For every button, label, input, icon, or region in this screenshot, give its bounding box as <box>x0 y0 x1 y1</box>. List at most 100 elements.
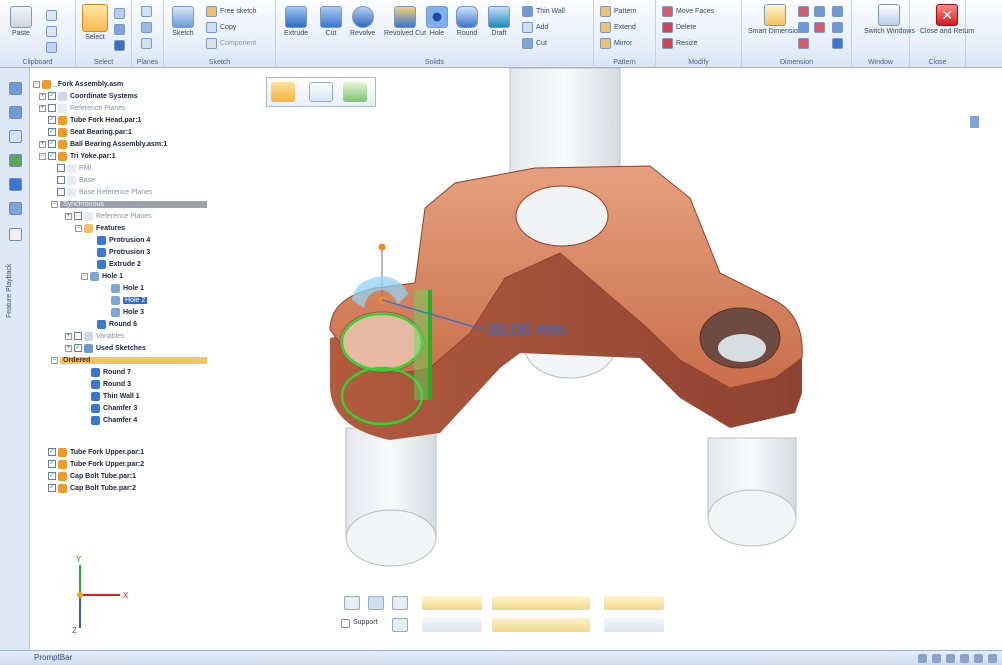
lower-tube-right[interactable] <box>707 437 797 547</box>
visibility-checkbox[interactable] <box>57 164 65 172</box>
copy-small-tool[interactable] <box>46 26 60 37</box>
paste-button[interactable]: Paste <box>10 6 32 37</box>
dimension-value-label[interactable]: 30.00 mm <box>486 320 566 341</box>
visibility-checkbox[interactable] <box>74 332 82 340</box>
dimension-tool-1[interactable] <box>798 6 812 17</box>
view-orientation-icon[interactable] <box>970 116 979 128</box>
tree-row-hole-1[interactable]: Hole 1 <box>111 282 144 294</box>
tree-row-ordered[interactable]: − Ordered <box>51 354 207 366</box>
status-rotate-icon[interactable] <box>960 654 969 663</box>
tree-row-extrude-2[interactable]: Extrude 2 <box>97 258 141 270</box>
expand-toggle[interactable]: + <box>39 104 46 112</box>
cmd-button-2[interactable] <box>368 596 384 610</box>
pattern-button[interactable]: Pattern <box>600 6 637 17</box>
visibility-checkbox[interactable]: ✓ <box>48 92 56 100</box>
quickbar-select-icon[interactable] <box>271 82 295 102</box>
cmd-button-4[interactable] <box>392 618 408 632</box>
tree-row-synchronous[interactable]: − Synchronous <box>51 198 207 210</box>
plane-tool-1[interactable] <box>141 6 155 17</box>
sketch-button[interactable]: Sketch <box>172 6 194 37</box>
expand-toggle[interactable]: − <box>75 224 82 232</box>
status-pan-icon[interactable] <box>946 654 955 663</box>
resize-button[interactable]: Resize <box>662 38 697 49</box>
tree-row-protrusion-3[interactable]: Protrusion 3 <box>97 246 150 258</box>
visibility-checkbox[interactable] <box>57 176 65 184</box>
hole-handle-edge[interactable] <box>428 290 432 400</box>
select-button[interactable]: Select <box>82 4 108 41</box>
tree-row-base-reference-planes[interactable]: Base Reference Planes <box>57 186 153 198</box>
round-button[interactable]: Round <box>456 6 478 37</box>
add-button[interactable]: Add <box>522 22 548 33</box>
tree-row-chamfer-4[interactable]: Chamfer 4 <box>91 414 137 426</box>
plane-tool-2[interactable] <box>141 22 155 33</box>
select-option-1[interactable] <box>114 8 128 19</box>
extend-button[interactable]: Extend <box>600 22 636 33</box>
tree-row-features[interactable]: − Features <box>75 222 125 234</box>
cmd-button-3[interactable] <box>392 596 408 610</box>
lower-tube-left[interactable] <box>345 427 437 567</box>
tree-row-base[interactable]: Base <box>57 174 95 186</box>
expand-toggle[interactable]: − <box>33 80 40 88</box>
tree-row-chamfer-3[interactable]: Chamfer 3 <box>91 402 137 414</box>
dimension-tool-6[interactable] <box>832 6 846 17</box>
visibility-checkbox[interactable] <box>74 212 82 220</box>
cmd-group-b-1[interactable] <box>492 596 590 610</box>
hole-handle-plane[interactable] <box>414 290 430 400</box>
cut-button[interactable]: Cut <box>320 6 342 37</box>
switch-windows-button[interactable]: Switch Windows <box>864 4 915 35</box>
tree-row-tube-fork-head[interactable]: ✓ Tube Fork Head.par:1 <box>48 114 141 126</box>
revolved-cut-button[interactable]: Revolved Cut <box>384 6 426 37</box>
tree-row-round-3[interactable]: Round 3 <box>91 378 131 390</box>
tree-row-coordinate-systems[interactable]: + ✓ Coordinate Systems <box>39 90 138 102</box>
cmd-group-a-2[interactable] <box>422 618 482 632</box>
tree-row-assembly[interactable]: − _Fork Assembly.asm <box>33 78 123 90</box>
dimension-tool-2[interactable] <box>814 6 828 17</box>
cmd-group-c-2[interactable] <box>604 618 664 632</box>
quickbar-keypoint-icon[interactable] <box>309 82 333 102</box>
tree-row-tri-yoke[interactable]: − ✓ Tri Yoke.par:1 <box>39 150 116 162</box>
expand-toggle[interactable]: + <box>65 344 72 352</box>
hole-button[interactable]: Hole <box>426 6 448 37</box>
quickbar-options-icon[interactable] <box>343 82 367 102</box>
expand-toggle[interactable]: − <box>51 200 58 208</box>
expand-toggle[interactable]: − <box>51 356 58 364</box>
tree-row-used-sketches[interactable]: + ✓ Used Sketches <box>65 342 146 354</box>
expand-toggle[interactable]: + <box>39 92 46 100</box>
cmd-group-b-2[interactable] <box>492 618 590 632</box>
expand-toggle[interactable]: − <box>81 272 88 280</box>
visibility-checkbox[interactable]: ✓ <box>74 344 82 352</box>
playback-tab-icon[interactable] <box>9 228 22 241</box>
expand-toggle[interactable]: + <box>39 140 46 148</box>
pathfinder-tab-icon[interactable] <box>9 82 22 95</box>
tree-row-hole-group[interactable]: − Hole 1 <box>81 270 123 282</box>
draft-button[interactable]: Draft <box>488 6 510 37</box>
tree-row-round-6[interactable]: Round 6 <box>97 318 137 330</box>
tree-row-pmi[interactable]: PMI <box>57 162 91 174</box>
revolve-button[interactable]: Revolve <box>350 6 375 37</box>
tree-row-round-7[interactable]: Round 7 <box>91 366 131 378</box>
expand-toggle[interactable]: + <box>65 212 72 220</box>
dimension-tool-8[interactable] <box>832 38 846 49</box>
layers-tab-icon[interactable] <box>9 130 22 143</box>
visibility-checkbox[interactable]: ✓ <box>48 140 56 148</box>
tri-yoke-part[interactable] <box>329 165 803 440</box>
smart-dimension-button[interactable]: Smart Dimension <box>748 4 802 35</box>
tree-row-tube-fork-upper-2[interactable]: ✓ Tube Fork Upper.par:2 <box>48 458 144 470</box>
visibility-checkbox[interactable]: ✓ <box>48 460 56 468</box>
extrude-button[interactable]: Extrude <box>284 6 308 37</box>
visibility-checkbox[interactable]: ✓ <box>48 472 56 480</box>
cut-small-button[interactable]: Cut <box>522 38 547 49</box>
visibility-checkbox[interactable]: ✓ <box>48 152 56 160</box>
delete-button[interactable]: Delete <box>662 22 696 33</box>
tree-row-protrusion-4[interactable]: Protrusion 4 <box>97 234 150 246</box>
visibility-checkbox[interactable] <box>57 188 65 196</box>
library-tab-icon[interactable] <box>9 154 22 167</box>
component-button[interactable]: Component <box>206 38 256 49</box>
visibility-checkbox[interactable] <box>48 104 56 112</box>
cmd-group-c-1[interactable] <box>604 596 664 610</box>
close-and-return-button[interactable]: ✕ Close and Return <box>920 4 974 35</box>
visibility-checkbox[interactable]: ✓ <box>48 484 56 492</box>
visibility-checkbox[interactable]: ✓ <box>48 128 56 136</box>
free-sketch-button[interactable]: Free sketch <box>206 6 257 17</box>
status-zoom-icon[interactable] <box>918 654 927 663</box>
